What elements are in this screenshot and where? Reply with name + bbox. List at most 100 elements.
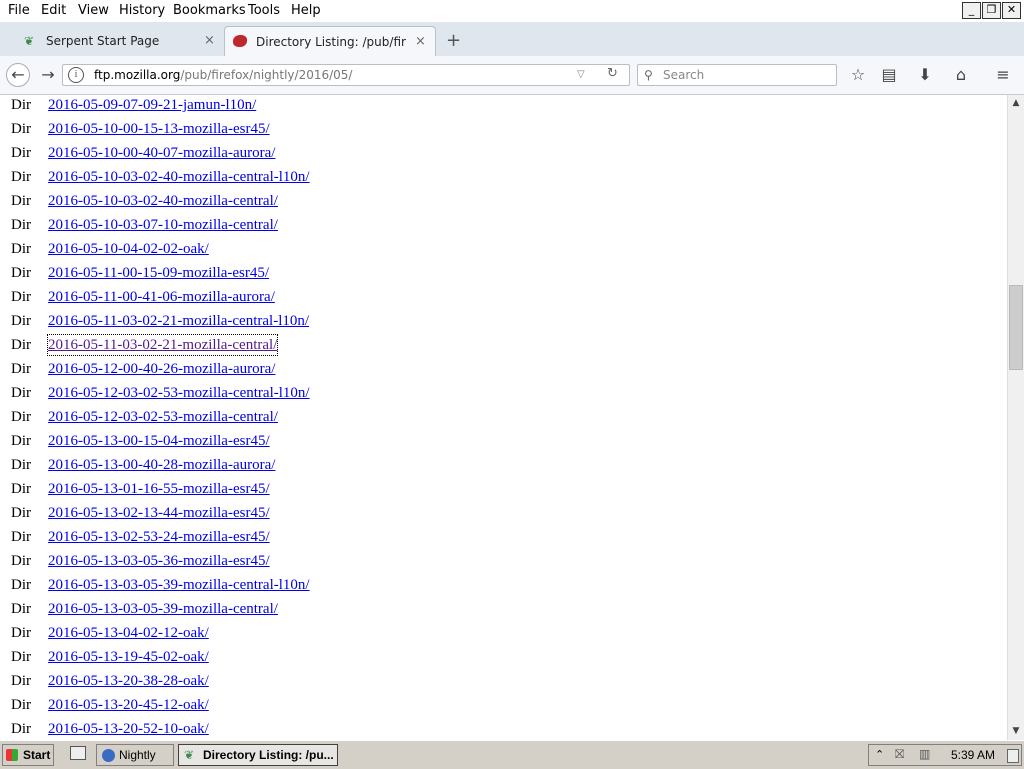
directory-link[interactable]: 2016-05-13-02-13-44-mozilla-esr45/ xyxy=(48,503,270,523)
directory-link[interactable]: 2016-05-10-00-15-13-mozilla-esr45/ xyxy=(48,119,270,139)
directory-link[interactable]: 2016-05-13-00-15-04-mozilla-esr45/ xyxy=(48,431,270,451)
entry-type: Dir xyxy=(11,385,31,401)
tab-label: Serpent Start Page xyxy=(46,34,160,48)
taskbar-label: Directory Listing: /pu... xyxy=(203,748,334,762)
menu-bar: File Edit View History Bookmarks Tools H… xyxy=(0,0,1024,22)
nav-bar: ← → i ftp.mozilla.org/pub/firefox/nightl… xyxy=(0,56,1024,95)
menu-file[interactable]: File xyxy=(8,3,30,18)
tray-expand-icon[interactable]: ⌃ xyxy=(875,748,884,761)
entry-type: Dir xyxy=(11,289,31,305)
system-tray: ⌃ ⛝ ▥ 5:39 AM xyxy=(868,744,1022,766)
hamburger-menu-icon[interactable]: ≡ xyxy=(992,64,1014,86)
downloads-icon[interactable]: ⬇ xyxy=(914,64,936,86)
entry-type: Dir xyxy=(11,145,31,161)
entry-type: Dir xyxy=(11,361,31,377)
directory-link[interactable]: 2016-05-11-00-41-06-mozilla-aurora/ xyxy=(48,287,275,307)
search-placeholder: Search xyxy=(663,68,705,82)
home-icon[interactable]: ⌂ xyxy=(950,64,972,86)
new-tab-button[interactable]: + xyxy=(446,30,461,51)
entry-type: Dir xyxy=(11,433,31,449)
close-tab-icon[interactable]: × xyxy=(204,26,215,56)
reload-icon[interactable]: ↻ xyxy=(607,64,618,84)
network-icon[interactable]: ⛝ xyxy=(895,747,904,762)
serpent-icon: ❦ xyxy=(24,34,35,48)
directory-link[interactable]: 2016-05-11-00-15-09-mozilla-esr45/ xyxy=(48,263,269,283)
tab-bar: ❦ Serpent Start Page × Directory Listing… xyxy=(0,22,1024,57)
directory-link[interactable]: 2016-05-13-02-53-24-mozilla-esr45/ xyxy=(48,527,270,547)
directory-link[interactable]: 2016-05-10-04-02-02-oak/ xyxy=(48,239,209,259)
windows-logo-icon xyxy=(6,749,18,761)
menu-view[interactable]: View xyxy=(78,3,109,18)
directory-link[interactable]: 2016-05-13-20-45-12-oak/ xyxy=(48,695,209,715)
menu-tools[interactable]: Tools xyxy=(248,3,280,18)
scrollbar-thumb[interactable] xyxy=(1009,285,1023,370)
forward-arrow-icon[interactable]: → xyxy=(37,64,59,86)
back-arrow-icon[interactable]: ← xyxy=(6,63,30,87)
directory-link[interactable]: 2016-05-13-04-02-12-oak/ xyxy=(48,623,209,643)
start-button[interactable]: Start xyxy=(2,744,54,766)
reading-list-icon[interactable]: ▤ xyxy=(878,64,900,86)
directory-link[interactable]: 2016-05-13-03-05-36-mozilla-esr45/ xyxy=(48,551,270,571)
scroll-down-icon[interactable]: ▼ xyxy=(1008,723,1024,740)
entry-type: Dir xyxy=(11,97,31,113)
directory-link[interactable]: 2016-05-11-03-02-21-mozilla-central-l10n… xyxy=(48,311,309,331)
entry-type: Dir xyxy=(11,601,31,617)
start-label: Start xyxy=(23,748,51,762)
nightly-globe-icon xyxy=(102,749,115,762)
restore-button[interactable]: ❐ xyxy=(982,2,1001,19)
nightly-icon xyxy=(233,35,247,47)
directory-link[interactable]: 2016-05-12-03-02-53-mozilla-central-l10n… xyxy=(48,383,310,403)
url-host: ftp.mozilla.org xyxy=(94,68,181,82)
menu-history[interactable]: History xyxy=(119,3,165,18)
menu-edit[interactable]: Edit xyxy=(41,3,66,18)
directory-link[interactable]: 2016-05-10-03-02-40-mozilla-central/ xyxy=(48,191,278,211)
dropdown-arrow-icon[interactable]: ▽ xyxy=(577,65,585,85)
menu-help[interactable]: Help xyxy=(291,3,321,18)
entry-type: Dir xyxy=(11,121,31,137)
entry-type: Dir xyxy=(11,481,31,497)
menu-bookmarks[interactable]: Bookmarks xyxy=(173,3,246,18)
entry-type: Dir xyxy=(11,337,31,353)
entry-type: Dir xyxy=(11,265,31,281)
taskbar-directory-listing[interactable]: ❦ Directory Listing: /pu... xyxy=(178,744,338,766)
directory-link[interactable]: 2016-05-13-00-40-28-mozilla-aurora/ xyxy=(48,455,275,475)
directory-link[interactable]: 2016-05-12-03-02-53-mozilla-central/ xyxy=(48,407,278,427)
close-tab-icon[interactable]: × xyxy=(415,27,426,57)
entry-type: Dir xyxy=(11,193,31,209)
taskbar-nightly[interactable]: Nightly xyxy=(96,744,174,766)
url-text: ftp.mozilla.org/pub/firefox/nightly/2016… xyxy=(94,65,352,85)
directory-link[interactable]: 2016-05-09-07-09-21-jamun-l10n/ xyxy=(48,95,256,115)
entry-type: Dir xyxy=(11,241,31,257)
tab-directory-listing[interactable]: Directory Listing: /pub/firefo × xyxy=(224,26,436,57)
directory-link[interactable]: 2016-05-13-01-16-55-mozilla-esr45/ xyxy=(48,479,270,499)
search-icon: ⚲ xyxy=(644,68,653,82)
entry-type: Dir xyxy=(11,697,31,713)
bookmark-star-icon[interactable]: ☆ xyxy=(847,64,869,86)
directory-link[interactable]: 2016-05-13-20-52-10-oak/ xyxy=(48,719,209,739)
directory-link[interactable]: 2016-05-10-03-07-10-mozilla-central/ xyxy=(48,215,278,235)
directory-link[interactable]: 2016-05-10-00-40-07-mozilla-aurora/ xyxy=(48,143,275,163)
entry-type: Dir xyxy=(11,553,31,569)
entry-type: Dir xyxy=(11,313,31,329)
volume-icon[interactable]: ▥ xyxy=(919,747,930,761)
minimize-button[interactable]: _ xyxy=(962,2,981,19)
directory-link[interactable]: 2016-05-13-03-05-39-mozilla-central-l10n… xyxy=(48,575,310,595)
directory-link[interactable]: 2016-05-12-00-40-26-mozilla-aurora/ xyxy=(48,359,275,379)
tab-serpent-start[interactable]: ❦ Serpent Start Page × xyxy=(20,26,220,56)
entry-type: Dir xyxy=(11,577,31,593)
directory-link[interactable]: 2016-05-13-20-38-28-oak/ xyxy=(48,671,209,691)
url-path: /pub/firefox/nightly/2016/05/ xyxy=(180,68,353,82)
scroll-up-icon[interactable]: ▲ xyxy=(1008,95,1024,112)
directory-link[interactable]: 2016-05-13-03-05-39-mozilla-central/ xyxy=(48,599,278,619)
entry-type: Dir xyxy=(11,625,31,641)
close-window-button[interactable]: ✕ xyxy=(1002,2,1021,19)
directory-link[interactable]: 2016-05-11-03-02-21-mozilla-central/ xyxy=(46,334,279,356)
show-desktop-corner-icon[interactable] xyxy=(1007,749,1019,763)
show-desktop-icon[interactable] xyxy=(70,746,86,760)
directory-link[interactable]: 2016-05-13-19-45-02-oak/ xyxy=(48,647,209,667)
directory-link[interactable]: 2016-05-10-03-02-40-mozilla-central-l10n… xyxy=(48,167,310,187)
url-bar[interactable]: i ftp.mozilla.org/pub/firefox/nightly/20… xyxy=(62,64,630,86)
vertical-scrollbar[interactable]: ▲ ▼ xyxy=(1007,95,1024,740)
info-icon[interactable]: i xyxy=(68,67,84,83)
search-input[interactable]: ⚲ Search xyxy=(637,64,837,86)
